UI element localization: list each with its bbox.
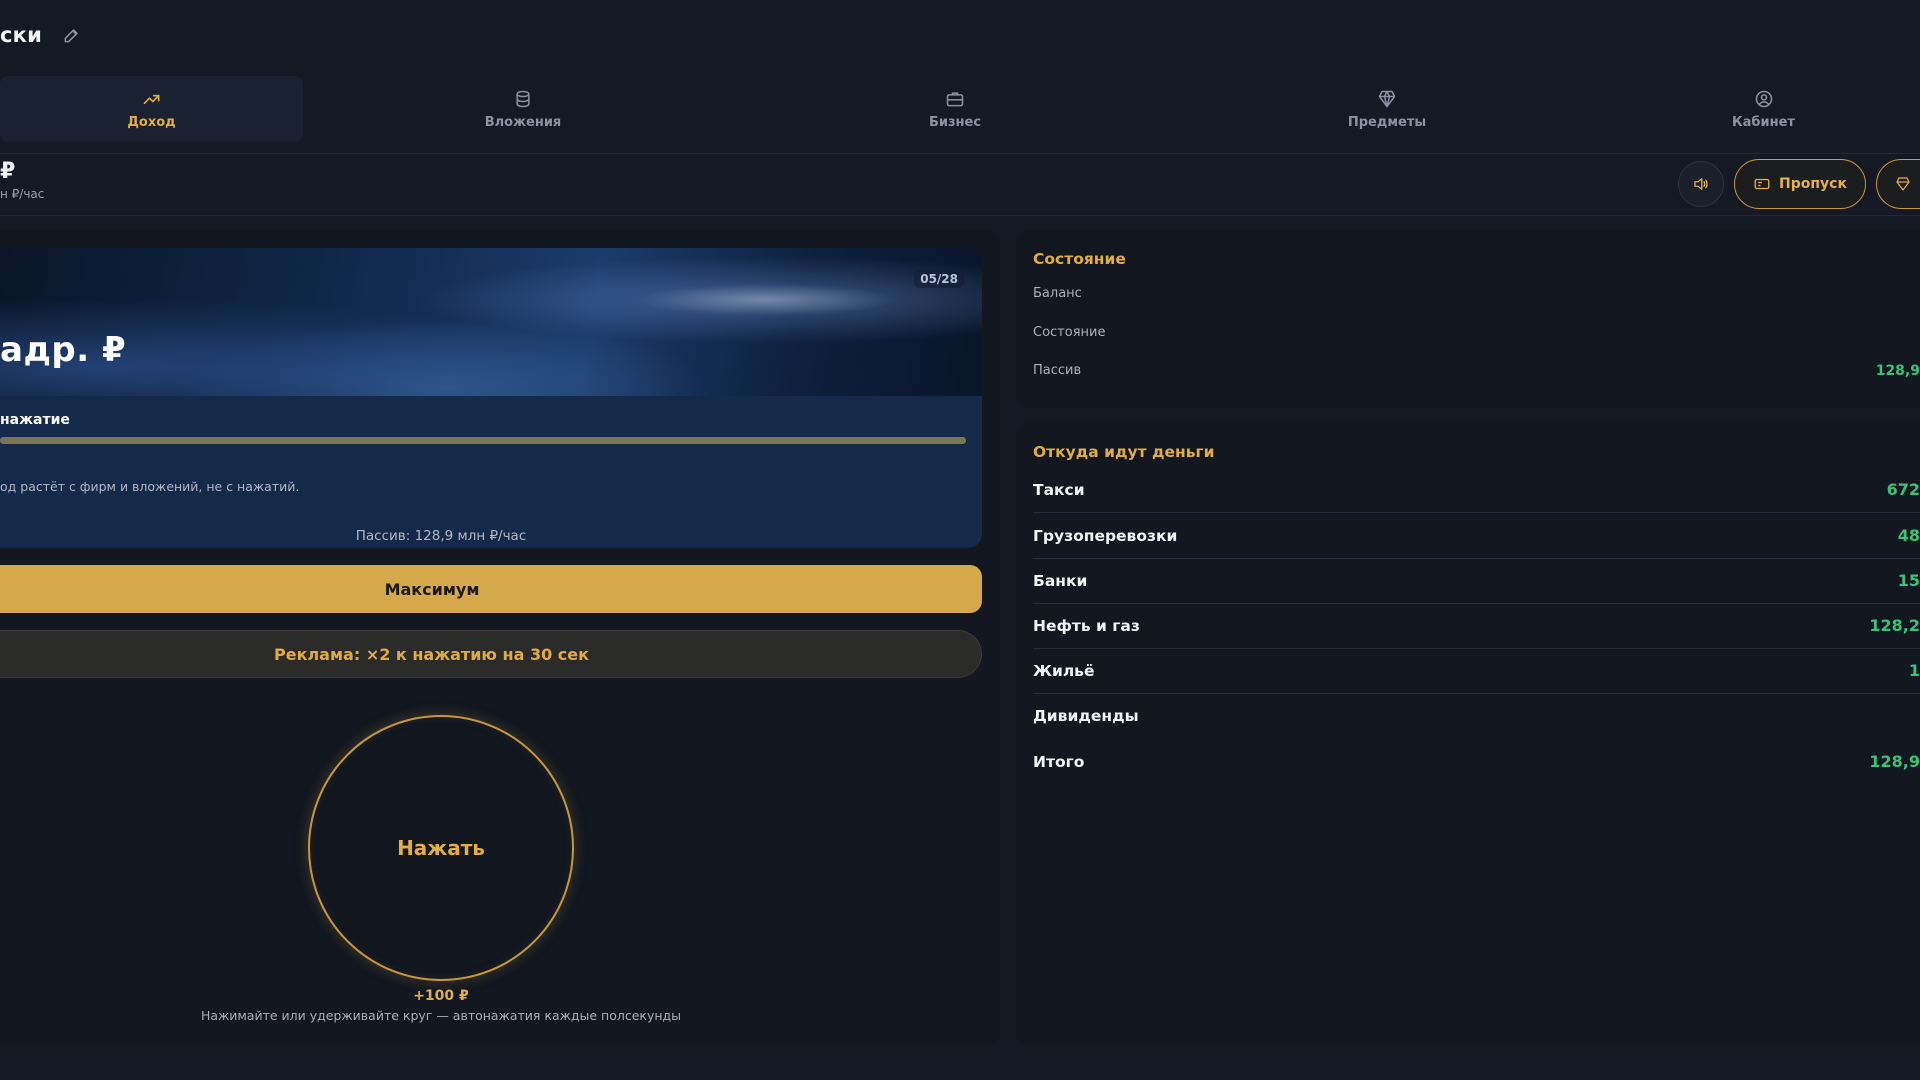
tab-investments-label: Вложения <box>484 114 562 130</box>
income-row-value: 128,9 <box>1869 752 1920 771</box>
briefcase-icon <box>946 91 964 106</box>
passive-income-line: Пассив: 128,9 млн ₽/час <box>355 528 527 544</box>
max-button-label: Максимум <box>384 579 480 599</box>
state-row-label: Баланс <box>1033 286 1082 301</box>
balance-currency: ₽ <box>0 159 16 184</box>
income-row-oil-gas: Нефть и газ 128,2 <box>1033 603 1920 648</box>
income-panel: 05/28 адр. ₽ нажатие од растёт с фирм и … <box>0 230 1000 1045</box>
gem-icon <box>1378 90 1396 107</box>
user-circle-icon <box>1755 90 1772 107</box>
pass-button-label: Пропуск <box>1779 176 1847 192</box>
income-row-label: Такси <box>1033 480 1085 499</box>
ad-boost-button[interactable]: Реклама: ×2 к нажатию на 30 сек <box>0 630 982 678</box>
balance-block: ₽ н ₽/час <box>0 159 45 202</box>
income-row-label: Жильё <box>1033 661 1095 680</box>
promo-banner: 05/28 адр. ₽ нажатие од растёт с фирм и … <box>0 248 982 548</box>
income-row-value: 48 <box>1897 526 1920 545</box>
income-row-label: Банки <box>1033 571 1088 590</box>
pencil-icon[interactable] <box>62 25 82 45</box>
state-row-passive: Пассив 128,9 <box>1033 363 1920 379</box>
tab-cabinet-label: Кабинет <box>1732 114 1795 130</box>
banner-info: нажатие од растёт с фирм и вложений, не … <box>0 396 982 548</box>
income-sources-card: Откуда идут деньги Такси 672 Грузоперево… <box>1016 423 1920 1045</box>
gem-icon <box>1896 177 1910 191</box>
banner-counter: 05/28 <box>914 270 964 288</box>
tab-business[interactable]: Бизнес <box>743 76 1167 142</box>
speaker-icon <box>1694 178 1708 190</box>
tabs-divider <box>0 153 1920 154</box>
income-row-housing: Жильё 1 <box>1033 648 1920 693</box>
balance-rate: н ₽/час <box>0 187 45 201</box>
header-divider <box>0 215 1920 216</box>
income-row-value: 1 <box>1908 661 1920 680</box>
income-row-value: 672 <box>1886 480 1920 499</box>
header-actions: Пропуск <box>1678 159 1920 209</box>
income-row-banks: Банки 15 <box>1033 558 1920 603</box>
main-tabs: Доход Вложения Бизнес Предметы Кабинет <box>0 76 1920 142</box>
income-row-value: 128,2 <box>1869 616 1920 635</box>
tab-items[interactable]: Предметы <box>1167 76 1607 142</box>
state-card: Состояние Баланс Состояние Пассив 128,9 <box>1016 230 1920 408</box>
banner-amount: адр. ₽ <box>0 330 127 370</box>
bottom-strip <box>0 1055 1920 1080</box>
tab-items-label: Предметы <box>1347 114 1427 130</box>
state-row-balance: Баланс <box>1033 286 1920 301</box>
title-bar: ски <box>0 0 1920 70</box>
trend-up-icon <box>143 94 159 104</box>
ad-boost-label: Реклама: ×2 к нажатию на 30 сек <box>274 644 589 664</box>
income-row-freight: Грузоперевозки 48 <box>1033 513 1920 558</box>
database-icon <box>516 90 530 107</box>
banner-image <box>0 248 982 396</box>
income-row-label: Дивиденды <box>1033 706 1139 725</box>
pass-button[interactable]: Пропуск <box>1734 159 1866 209</box>
banner-note: од растёт с фирм и вложений, не с нажати… <box>0 479 300 494</box>
ticket-icon <box>1754 178 1770 190</box>
income-row-value: 15 <box>1897 571 1920 590</box>
max-button[interactable]: Максимум <box>0 565 982 613</box>
income-row-taxi: Такси 672 <box>1033 467 1920 512</box>
click-progress-bar <box>0 437 966 444</box>
tap-circle-label: Нажать <box>397 836 485 860</box>
state-row-value: 128,9 <box>1875 363 1920 379</box>
gem-shop-button[interactable] <box>1876 159 1920 209</box>
tap-circle-button[interactable]: Нажать <box>308 715 574 981</box>
tap-reward: +100 ₽ <box>413 988 469 1004</box>
income-row-dividends: Дивиденды <box>1033 693 1920 738</box>
tab-income[interactable]: Доход <box>0 76 303 142</box>
click-progress-label: нажатие <box>0 412 70 428</box>
tab-investments[interactable]: Вложения <box>303 76 743 142</box>
click-progress-fill <box>0 437 966 444</box>
sound-button[interactable] <box>1678 161 1725 207</box>
balance-header: ₽ н ₽/час Пропуск <box>0 155 1920 215</box>
state-card-title: Состояние <box>1033 250 1126 268</box>
tab-business-label: Бизнес <box>928 114 982 130</box>
tab-income-label: Доход <box>127 114 176 130</box>
income-row-total: Итого 128,9 <box>1033 739 1920 784</box>
state-row-state: Состояние <box>1033 325 1920 340</box>
tap-hint: Нажимайте или удерживайте круг — автонаж… <box>200 1008 682 1023</box>
tab-cabinet[interactable]: Кабинет <box>1607 76 1920 142</box>
state-row-label: Пассив <box>1033 363 1082 378</box>
page-title: ски <box>0 23 43 47</box>
income-row-label: Нефть и газ <box>1033 616 1140 635</box>
state-row-label: Состояние <box>1033 325 1106 340</box>
income-row-label: Грузоперевозки <box>1033 526 1178 545</box>
income-sources-title: Откуда идут деньги <box>1033 443 1215 461</box>
income-row-label: Итого <box>1033 752 1085 771</box>
